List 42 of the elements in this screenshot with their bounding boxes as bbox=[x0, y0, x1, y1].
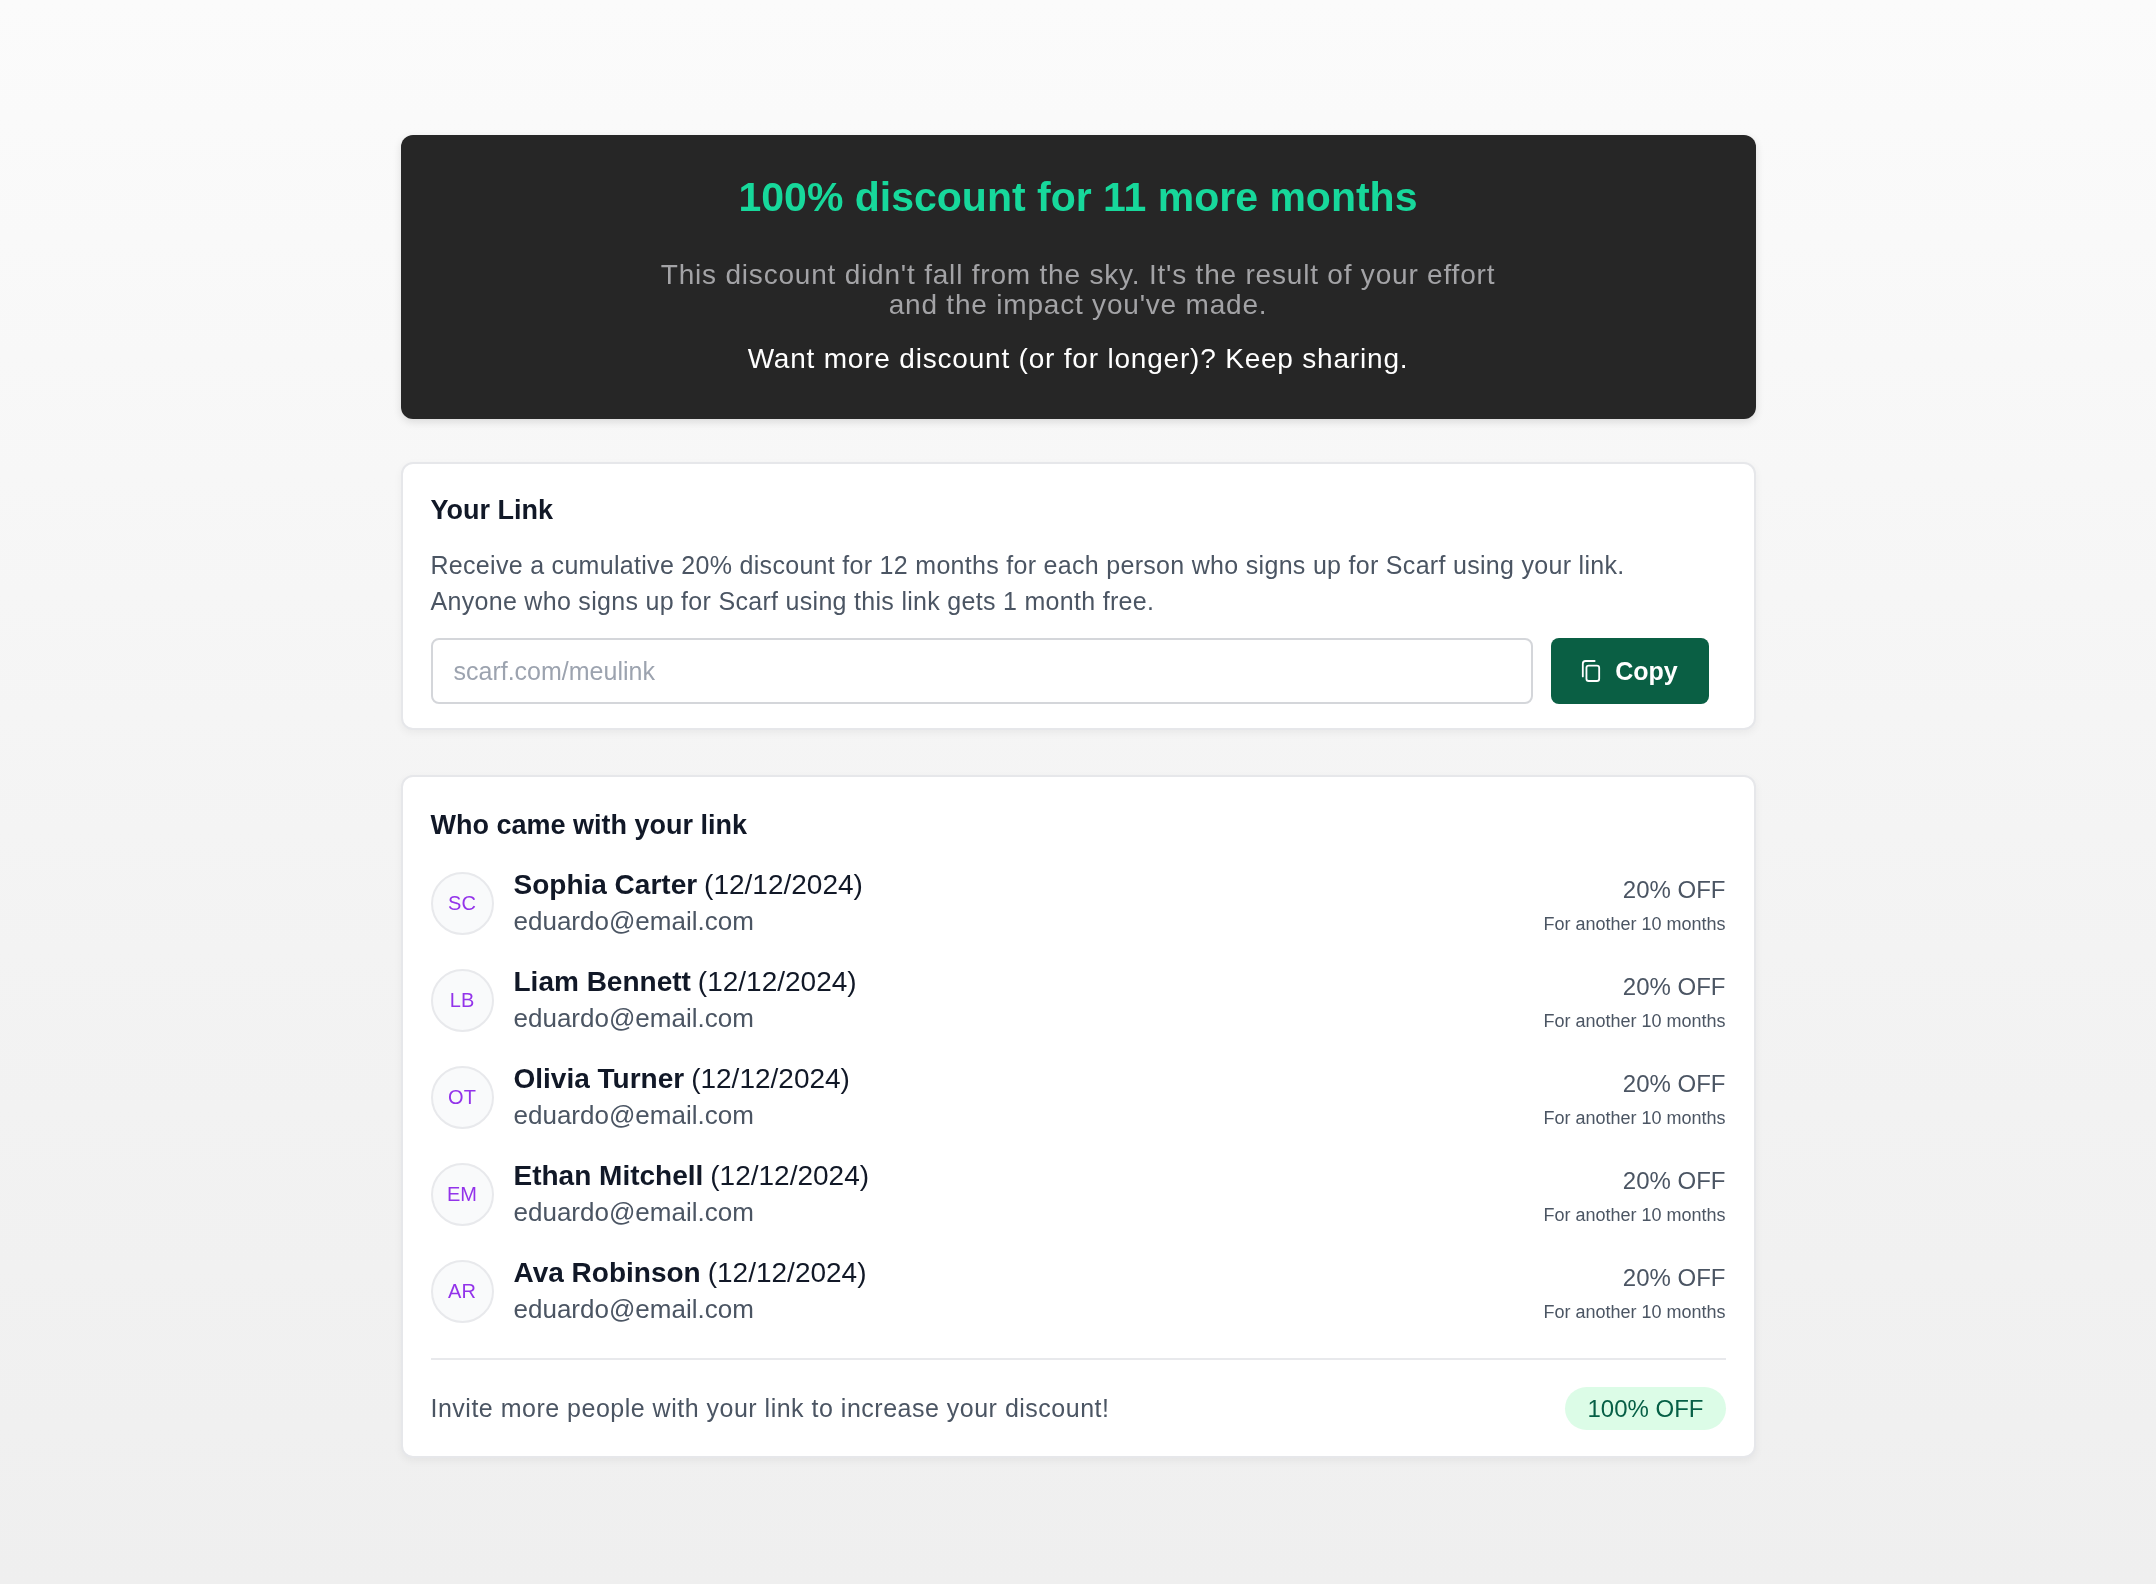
card-title: Who came with your link bbox=[430, 809, 749, 842]
person-name: Ava Robinson bbox=[513, 1257, 701, 1288]
person-email: eduardo@email.com bbox=[513, 1002, 755, 1035]
initials-avatar: EM bbox=[430, 1162, 494, 1226]
discount-amount: 20% OFF bbox=[1621, 1166, 1726, 1196]
total-discount-badge: 100% OFF bbox=[1565, 1387, 1726, 1430]
discount-duration: For another 10 months bbox=[1543, 1010, 1726, 1033]
signup-date: (12/12/2024) bbox=[691, 1063, 850, 1094]
initials-avatar: SC bbox=[430, 871, 494, 935]
initials-avatar: LB bbox=[430, 968, 494, 1032]
person-name: Sophia Carter bbox=[513, 869, 698, 900]
signup-date: (12/12/2024) bbox=[697, 966, 857, 997]
person-name: Olivia Turner bbox=[513, 1063, 685, 1094]
signup-date: (12/12/2024) bbox=[707, 1257, 867, 1288]
banner-message: This discount didn't fall from the sky. It's the result of your effort and the impact you've made. bbox=[659, 260, 1497, 320]
discount-duration: For another 10 months bbox=[1543, 1107, 1726, 1130]
person-name: Liam Bennett bbox=[513, 966, 691, 997]
signup-date: (12/12/2024) bbox=[710, 1160, 870, 1191]
discount-duration: For another 10 months bbox=[1543, 1301, 1726, 1324]
invite-message: Invite more people with your link to increase your discount! bbox=[430, 1394, 1110, 1423]
person-email: eduardo@email.com bbox=[513, 1293, 755, 1326]
person-name: Ethan Mitchell bbox=[513, 1160, 704, 1191]
initials-avatar: OT bbox=[430, 1065, 494, 1129]
person-email: eduardo@email.com bbox=[513, 1099, 755, 1132]
link-description: Receive a cumulative 20% discount for 12 months for each person who signs up for Scarf using your link. bbox=[430, 550, 1626, 581]
discount-duration: For another 10 months bbox=[1543, 913, 1726, 936]
discount-amount: 20% OFF bbox=[1621, 1263, 1726, 1293]
copy-button[interactable]: Copy bbox=[1550, 638, 1709, 704]
banner-call-to-action: Want more discount (or for longer)? Keep sharing. bbox=[746, 342, 1410, 376]
card-title: Your Link bbox=[430, 494, 554, 527]
discount-amount: 20% OFF bbox=[1621, 972, 1726, 1002]
link-field[interactable]: scarf.com/meulink bbox=[430, 638, 1533, 704]
signup-date: (12/12/2024) bbox=[704, 869, 863, 900]
link-description: Anyone who signs up for Scarf using this link gets 1 month free. bbox=[430, 586, 1156, 617]
discount-amount: 20% OFF bbox=[1621, 1069, 1726, 1099]
copy-icon bbox=[1581, 660, 1602, 682]
banner-title: 100% discount for 11 more months bbox=[737, 173, 1419, 222]
person-email: eduardo@email.com bbox=[513, 1196, 755, 1229]
discount-duration: For another 10 months bbox=[1543, 1204, 1726, 1227]
discount-amount: 20% OFF bbox=[1621, 875, 1726, 905]
initials-avatar: AR bbox=[430, 1259, 494, 1323]
person-email: eduardo@email.com bbox=[513, 905, 755, 938]
